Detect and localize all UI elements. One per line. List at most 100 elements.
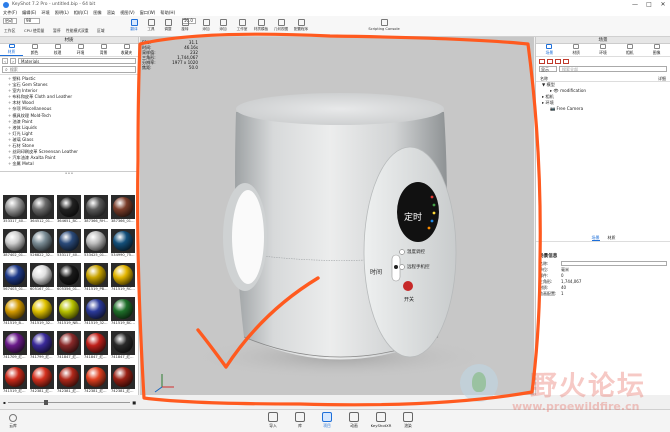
toolbar-tool[interactable]: 工作室 bbox=[236, 19, 248, 32]
maximize-button[interactable]: □ bbox=[642, 0, 656, 9]
library-tab[interactable]: 材质 bbox=[0, 44, 23, 56]
toolbar-tool[interactable]: 添加 bbox=[217, 19, 229, 32]
back-icon[interactable]: ‹ bbox=[2, 58, 8, 64]
expand-icon[interactable]: + bbox=[8, 143, 11, 148]
pause-button[interactable]: 暂停 bbox=[53, 28, 61, 34]
thumb-large-icon[interactable]: ■ bbox=[132, 400, 136, 405]
material-thumbnail[interactable]: 742381_红... bbox=[30, 365, 54, 394]
material-thumbnail[interactable]: 387366_RH... bbox=[84, 195, 108, 224]
thumb-small-icon[interactable]: ▪ bbox=[3, 400, 6, 405]
toolbar-tool[interactable]: 翻译 bbox=[128, 19, 140, 32]
material-thumbnail[interactable]: 741709_红... bbox=[3, 331, 27, 360]
scene-tab[interactable]: 环境 bbox=[590, 44, 617, 56]
toolbar-tool[interactable]: 添加 bbox=[200, 19, 212, 32]
expand-icon[interactable]: + bbox=[8, 94, 11, 99]
scene-tool-1-icon[interactable] bbox=[539, 59, 545, 64]
scene-tab[interactable]: 图像 bbox=[643, 44, 670, 56]
bottom-button[interactable]: 项目 bbox=[317, 412, 337, 429]
expand-icon[interactable]: + bbox=[8, 155, 11, 160]
library-tab[interactable]: 背景 bbox=[92, 44, 115, 56]
menu-item[interactable]: 窗口(W) bbox=[140, 10, 156, 16]
material-thumbnail[interactable]: 742381_红... bbox=[111, 365, 135, 394]
expand-icon[interactable]: + bbox=[8, 131, 11, 136]
menu-item[interactable]: 文件(F) bbox=[3, 10, 17, 16]
scene-search-input[interactable]: 搜索全部 bbox=[559, 66, 667, 72]
expand-icon[interactable]: + bbox=[8, 82, 11, 87]
library-path-box[interactable]: Materials bbox=[18, 58, 136, 64]
material-thumbnail[interactable]: 741519_红... bbox=[3, 365, 27, 394]
perf-mode-button[interactable]: 性能模式 bbox=[66, 28, 81, 34]
thumbnail-size-slider[interactable] bbox=[7, 399, 131, 405]
material-thumbnail[interactable]: 741519_RC... bbox=[111, 263, 135, 292]
menu-item[interactable]: 编辑(E) bbox=[22, 10, 36, 16]
workspace-select[interactable]: 启动 bbox=[3, 18, 17, 24]
expand-icon[interactable]: + bbox=[8, 119, 11, 124]
scene-tree-item[interactable]: 📷 Free Camera bbox=[536, 106, 670, 112]
gpu-button[interactable]: 双重 bbox=[81, 28, 89, 34]
cloud-library-button[interactable]: 云库 bbox=[9, 414, 17, 429]
property-tab[interactable]: 场景 bbox=[591, 235, 600, 241]
bottom-button[interactable]: 库 bbox=[290, 412, 310, 429]
menu-item[interactable]: 相机(C) bbox=[74, 10, 89, 16]
material-thumbnail[interactable]: 741519_BC... bbox=[111, 297, 135, 326]
bottom-button[interactable]: 导入 bbox=[263, 412, 283, 429]
toolbar-tool[interactable]: 配置程序 bbox=[294, 19, 308, 32]
material-thumbnail[interactable]: 741519_PB... bbox=[84, 263, 108, 292]
material-thumbnail[interactable]: 364512_01... bbox=[30, 195, 54, 224]
scene-tool-3-icon[interactable] bbox=[555, 59, 561, 64]
toolbar-tool[interactable]: 材质模板 bbox=[254, 19, 268, 32]
expand-icon[interactable]: + bbox=[8, 100, 11, 105]
material-thumbnail[interactable]: 741519_32... bbox=[30, 297, 54, 326]
library-tab[interactable]: 纹理 bbox=[46, 44, 69, 56]
tree-item[interactable]: +金属 Metal bbox=[8, 161, 138, 167]
minimize-button[interactable]: — bbox=[628, 0, 642, 9]
property-tab[interactable]: 材质 bbox=[608, 235, 616, 241]
material-thumbnail[interactable]: 526822_32... bbox=[30, 229, 54, 258]
material-thumbnail[interactable]: 741847_红... bbox=[84, 331, 108, 360]
menu-item[interactable]: 照明(L) bbox=[55, 10, 69, 16]
material-thumbnail[interactable]: 741799_红... bbox=[30, 331, 54, 360]
expand-icon[interactable]: + bbox=[8, 149, 11, 154]
bottom-button[interactable]: 渲染 bbox=[398, 412, 418, 429]
library-tab[interactable]: 颜色 bbox=[23, 44, 46, 56]
library-tab[interactable]: 环境 bbox=[69, 44, 92, 56]
cpu-select[interactable]: 98 bbox=[24, 18, 40, 24]
library-search-input[interactable] bbox=[9, 67, 135, 72]
expand-icon[interactable]: + bbox=[8, 125, 11, 130]
expand-icon[interactable]: + bbox=[8, 106, 11, 111]
toolbar-tool[interactable]: 几何视图 bbox=[274, 19, 288, 32]
toolbar-tool[interactable]: Scripting Console bbox=[368, 19, 400, 31]
region-button[interactable]: 区域 bbox=[97, 28, 105, 34]
menu-item[interactable]: 图像 bbox=[93, 10, 101, 16]
material-thumbnail[interactable]: 742381_红... bbox=[84, 365, 108, 394]
material-thumbnail[interactable]: 741847_红... bbox=[57, 331, 81, 360]
forward-icon[interactable]: › bbox=[10, 58, 16, 64]
material-thumbnail[interactable]: 533425_01... bbox=[84, 229, 108, 258]
toolbar-tool[interactable]: 旋转 bbox=[179, 19, 191, 32]
expand-icon[interactable]: + bbox=[8, 88, 11, 93]
close-button[interactable]: ✕ bbox=[656, 0, 670, 9]
toolbar-tool[interactable]: 工具 bbox=[145, 19, 157, 32]
material-thumbnail[interactable]: 387402_01... bbox=[3, 229, 27, 258]
scene-tool-2-icon[interactable] bbox=[547, 59, 553, 64]
material-thumbnail[interactable]: 567403_01... bbox=[3, 263, 27, 292]
menu-item[interactable]: 视图(V) bbox=[120, 10, 135, 16]
material-thumbnail[interactable]: 741847_红... bbox=[111, 331, 135, 360]
scene-name-field[interactable] bbox=[561, 261, 667, 266]
material-thumbnail[interactable]: 741519_NB... bbox=[57, 297, 81, 326]
expand-icon[interactable]: + bbox=[8, 76, 11, 81]
bottom-button[interactable]: 动画 bbox=[344, 412, 364, 429]
material-thumbnail[interactable]: 534990_75... bbox=[111, 229, 135, 258]
expand-icon[interactable]: + bbox=[8, 137, 11, 142]
menu-item[interactable]: 环境 bbox=[41, 10, 49, 16]
scene-filter-select[interactable]: 显示 bbox=[539, 66, 557, 72]
material-thumbnail[interactable]: 387366_01... bbox=[111, 195, 135, 224]
library-tab[interactable]: 收藏夹 bbox=[115, 44, 138, 56]
scene-tool-4-icon[interactable] bbox=[563, 59, 569, 64]
toolbar-tool[interactable]: 调整 bbox=[162, 19, 174, 32]
splitter-grip-icon[interactable]: ••• bbox=[0, 172, 138, 177]
material-thumbnail[interactable]: 605356_01... bbox=[57, 263, 81, 292]
scene-tab[interactable]: 场景 bbox=[536, 44, 563, 56]
material-thumbnail[interactable]: 741519_32... bbox=[84, 297, 108, 326]
material-thumbnail[interactable]: 353317_40... bbox=[3, 195, 27, 224]
